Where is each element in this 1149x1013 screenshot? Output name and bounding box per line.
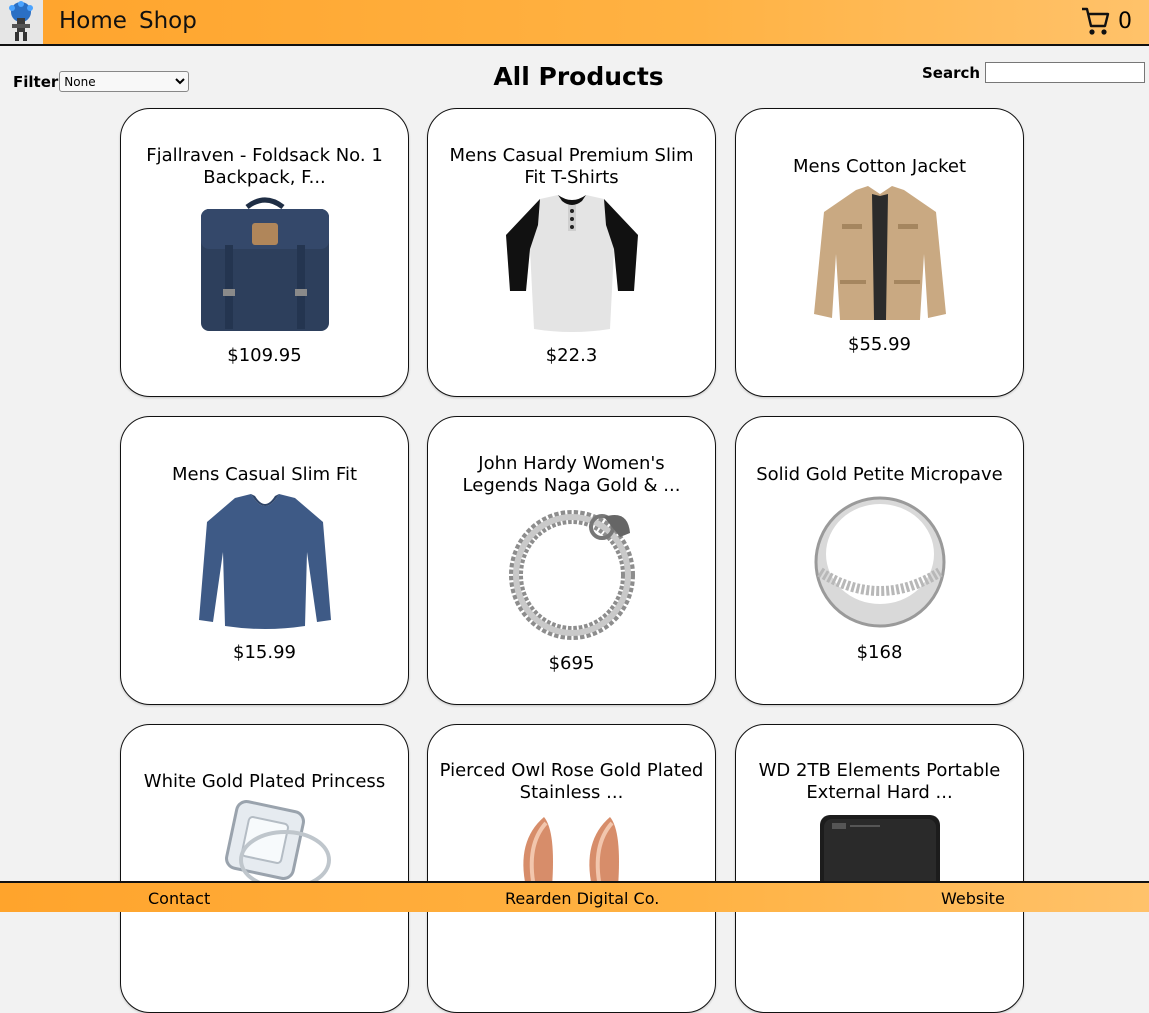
product-title: Solid Gold Petite Micropave bbox=[756, 464, 1003, 485]
nav-home-link[interactable]: Home bbox=[59, 8, 127, 34]
bracelet-image bbox=[508, 510, 635, 640]
product-card[interactable]: Solid Gold Petite Micropave $168 bbox=[735, 416, 1024, 705]
footer-bar: Contact Rearden Digital Co. Website bbox=[0, 881, 1149, 912]
product-card[interactable]: Mens Casual Slim Fit $15.99 bbox=[120, 416, 409, 705]
product-title: WD 2TB Elements Portable External Hard .… bbox=[758, 760, 1001, 803]
search-label: Search bbox=[922, 63, 981, 82]
tshirt-image bbox=[505, 195, 638, 332]
longsleeve-shirt-image bbox=[198, 494, 331, 629]
product-card[interactable]: WD 2TB Elements Portable External Hard .… bbox=[735, 724, 1024, 1013]
product-card[interactable]: White Gold Plated Princess bbox=[120, 724, 409, 1013]
search-control: Search bbox=[922, 62, 1146, 83]
product-title: Pierced Owl Rose Gold Plated Stainless .… bbox=[439, 760, 704, 803]
product-title: John Hardy Women's Legends Naga Gold & .… bbox=[462, 453, 681, 496]
logo-icon[interactable] bbox=[0, 0, 43, 44]
product-price: $22.3 bbox=[545, 345, 598, 366]
diamond-ring-image bbox=[224, 800, 331, 890]
product-price: $695 bbox=[548, 653, 595, 674]
product-title: Mens Cotton Jacket bbox=[792, 156, 967, 177]
footer-website-link[interactable]: Website bbox=[941, 889, 1005, 908]
product-title: Mens Casual Premium Slim Fit T-Shirts bbox=[449, 145, 694, 188]
product-card[interactable]: Pierced Owl Rose Gold Plated Stainless .… bbox=[427, 724, 716, 1013]
hard-drive-image bbox=[819, 815, 940, 891]
product-title: Fjallraven - Foldsack No. 1 Backpack, F.… bbox=[146, 145, 383, 188]
ring-image bbox=[814, 496, 945, 628]
product-title: White Gold Plated Princess bbox=[143, 771, 386, 792]
product-card[interactable]: Mens Cotton Jacket $55.99 bbox=[735, 108, 1024, 397]
product-card[interactable]: Mens Casual Premium Slim Fit T-Shirts $2… bbox=[427, 108, 716, 397]
footer-company-name: Rearden Digital Co. bbox=[505, 889, 660, 908]
nav-shop-link[interactable]: Shop bbox=[139, 8, 197, 34]
product-price: $55.99 bbox=[848, 334, 911, 355]
product-price: $15.99 bbox=[233, 642, 296, 663]
jacket-image bbox=[813, 186, 946, 320]
product-card[interactable]: John Hardy Women's Legends Naga Gold & .… bbox=[427, 416, 716, 705]
cart-count: 0 bbox=[1118, 9, 1132, 34]
product-price: $109.95 bbox=[227, 345, 302, 366]
product-card[interactable]: Fjallraven - Foldsack No. 1 Backpack, F.… bbox=[120, 108, 409, 397]
top-navbar: Home Shop 0 bbox=[0, 0, 1149, 46]
shopping-cart-icon[interactable] bbox=[1080, 5, 1110, 37]
earrings-image bbox=[522, 817, 619, 888]
footer-contact-link[interactable]: Contact bbox=[148, 889, 210, 908]
backpack-image bbox=[200, 197, 329, 331]
search-input[interactable] bbox=[985, 62, 1146, 83]
product-price: $168 bbox=[856, 642, 903, 663]
product-title: Mens Casual Slim Fit bbox=[171, 464, 358, 485]
